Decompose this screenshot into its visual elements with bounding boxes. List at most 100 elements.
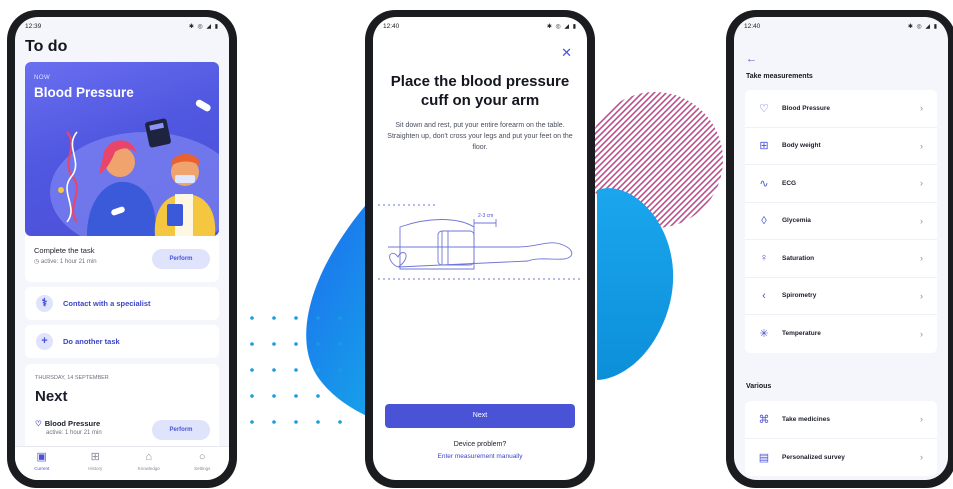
list-item-label: Glycemia [782,217,811,225]
clock-icon: ◷ [34,259,41,265]
close-icon[interactable]: ✕ [561,45,572,61]
todo-screen: 12:39 ✱ ◎ ◢ ▮ To do NOW Blood Pressure C… [15,17,229,480]
next-date: THURSDAY, 14 SEPTEMBER [35,375,109,381]
saturation-icon: ♀ [759,252,769,265]
list-item-take-medicines[interactable]: ⌘ Take medicines › [745,401,937,439]
hero-eyebrow: NOW [34,75,51,81]
status-bar: 12:40 ✱ ◎ ◢ ▮ [373,17,587,35]
ecg-icon: ∿ [759,177,769,190]
contact-specialist-label: Contact with a specialist [63,299,151,308]
status-bar: 12:40 ✱ ◎ ◢ ▮ [734,17,948,35]
list-item-label: Saturation [782,254,815,262]
task-time-text: active: 1 hour 21 min [40,259,97,265]
tab-label: Knowledge [137,466,160,471]
deco-dot [250,316,254,320]
chevron-right-icon: › [920,140,923,151]
deco-dot [338,316,342,320]
deco-dot [338,420,342,424]
history-icon: ⊞ [90,451,100,463]
measurements-screen: 12:40 ✱ ◎ ◢ ▮ ← Take measurements ♡ Bloo… [734,17,948,480]
deco-dot [272,316,276,320]
another-task-label: Do another task [63,337,120,346]
deco-dot [316,368,320,372]
deco-dot [338,394,342,398]
pill-icon: ⌘ [758,413,770,426]
perform-button[interactable]: Perform [152,249,210,269]
list-item-ecg[interactable]: ∿ ECG › [745,165,937,203]
heart-icon: ♡ [759,102,769,115]
deco-dot [294,316,298,320]
deco-dot [294,368,298,372]
task-time: ◷ active: 1 hour 21 min [34,258,97,265]
list-item-saturation[interactable]: ♀ Saturation › [745,240,937,278]
list-item-temperature[interactable]: ✳ Temperature › [745,315,937,353]
hero-title: Blood Pressure [34,85,134,100]
measure-label: 2-3 cm [478,213,493,219]
status-time: 12:39 [25,22,42,30]
deco-dot [250,420,254,424]
deco-dot [338,368,342,372]
status-icons: ✱ ◎ ◢ ▮ [907,23,938,30]
plus-icon: + [36,333,53,350]
enter-manually-link[interactable]: Enter measurement manually [373,453,587,460]
tab-label: History [88,466,103,471]
list-item-glycemia[interactable]: ◊ Glycemia › [745,203,937,240]
deco-dot [272,394,276,398]
deco-dot [272,368,276,372]
instruction-description: Sit down and rest, put your entire forea… [387,122,573,151]
list-item-label: Body weight [782,142,821,150]
current-icon: ▣ [36,451,47,463]
various-list: ⌘ Take medicines › ▤ Personalized survey… [745,401,937,476]
list-item-label: ECG [782,179,797,187]
measurements-list: ♡ Blood Pressure › ⊞ Body weight › ∿ ECG… [745,90,937,353]
tab-knowledge[interactable]: ⌂ Knowledge [129,451,169,480]
list-item-label: Temperature [782,330,821,338]
deco-dot [272,342,276,346]
lungs-icon: ‹ [762,289,766,302]
instruction-title: Place the blood pressure cuff on your ar… [390,73,570,109]
settings-icon: ○ [198,451,206,463]
deco-dot [316,394,320,398]
status-time: 12:40 [383,22,400,30]
tab-history[interactable]: ⊞ History [75,451,115,480]
chevron-right-icon: › [920,290,923,301]
status-bar: 12:39 ✱ ◎ ◢ ▮ [15,17,229,35]
deco-dot [316,342,320,346]
chevron-right-icon: › [920,215,923,226]
next-button[interactable]: Next [385,404,575,428]
next-item-time: active: 1 hour 21 min [46,430,102,436]
next-item-title: ♡ Blood Pressure [35,419,100,428]
deco-dot [294,342,298,346]
chevron-right-icon: › [920,178,923,189]
list-item-body-weight[interactable]: ⊞ Body weight › [745,128,937,165]
deco-dot [294,420,298,424]
list-item-label: Spirometry [782,292,817,300]
hero-card[interactable]: NOW Blood Pressure [25,62,219,236]
arm-cuff-illustration: 2-3 cm [378,204,583,280]
task-card: Complete the task ◷ active: 1 hour 21 mi… [25,236,219,282]
deco-dot [316,420,320,424]
contact-specialist-button[interactable]: ⚕ Contact with a specialist [25,287,219,320]
tab-settings[interactable]: ○ Settings [182,451,222,480]
next-item-title-text: Blood Pressure [44,419,101,428]
knowledge-icon: ⌂ [145,451,153,463]
list-item-blood-pressure[interactable]: ♡ Blood Pressure › [745,90,937,128]
tab-label: Settings [194,466,211,471]
another-task-button[interactable]: + Do another task [25,325,219,358]
list-item-personalized-survey[interactable]: ▤ Personalized survey › [745,439,937,477]
list-item-spirometry[interactable]: ‹ Spirometry › [745,278,937,315]
phone-instructions: 12:40 ✱ ◎ ◢ ▮ ✕ Place the blood pressure… [365,10,595,488]
chevron-right-icon: › [920,328,923,339]
tab-current[interactable]: ▣ Current [22,451,62,480]
deco-dot [250,368,254,372]
task-label: Complete the task [34,246,95,255]
back-arrow-icon[interactable]: ← [746,53,757,65]
status-icons: ✱ ◎ ◢ ▮ [546,23,577,30]
chevron-right-icon: › [920,253,923,264]
list-item-label: Blood Pressure [782,104,831,112]
survey-icon: ▤ [758,451,770,464]
phone-measurements: 12:40 ✱ ◎ ◢ ▮ ← Take measurements ♡ Bloo… [726,10,953,488]
page-title: To do [25,38,68,55]
deco-dot [316,316,320,320]
next-perform-button[interactable]: Perform [152,420,210,440]
